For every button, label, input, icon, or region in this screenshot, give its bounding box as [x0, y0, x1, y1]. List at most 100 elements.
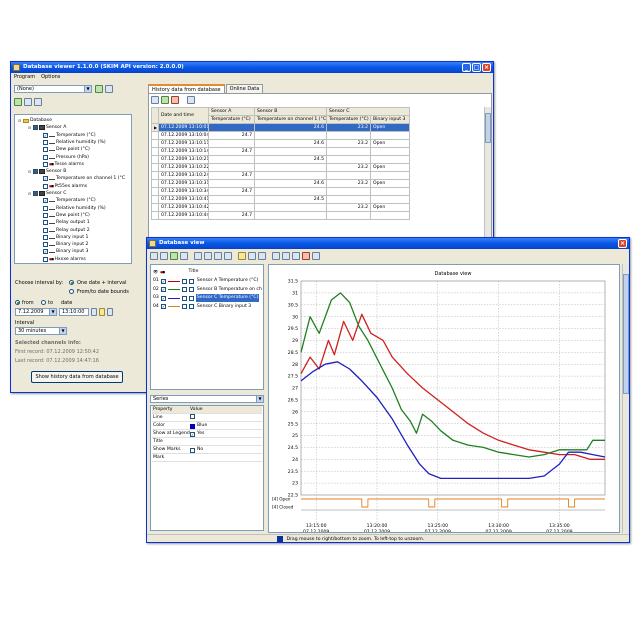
table-cell[interactable]	[326, 187, 371, 196]
table-cell[interactable]: 07.12.2009 13:10:44	[158, 211, 209, 220]
chart-scroll-thumb[interactable]	[623, 274, 629, 394]
table-cell[interactable]: 07.12.2009 13:10:24	[158, 171, 209, 180]
tree-item[interactable]: Binary input 1	[37, 234, 88, 241]
tree-item[interactable]: Dew point (°C)	[37, 146, 90, 153]
table-cell[interactable]: 07.12.2009 13:10:01	[158, 123, 209, 132]
tree-item[interactable]: ●■ Hxxxe alarms	[37, 256, 86, 263]
tab-history[interactable]: History data from database	[148, 84, 225, 93]
row-pointer-cell[interactable]	[151, 179, 159, 188]
series-row[interactable]: 03 ✓ Sensor C Temperature (°C)	[153, 294, 260, 302]
table-cell[interactable]: 24.7	[208, 187, 255, 196]
table-cell[interactable]: 07.12.2009 13:10:34	[158, 187, 209, 196]
property-value[interactable]: No	[190, 446, 203, 454]
table-cell[interactable]: 24.6	[254, 139, 327, 148]
row-pointer-cell[interactable]	[151, 203, 159, 212]
tree-item[interactable]: ✓ Temperature (°C)	[37, 197, 96, 204]
zoom-in-icon[interactable]	[282, 252, 290, 260]
table-cell[interactable]: 24.5	[254, 155, 327, 164]
table-cell[interactable]: 24.7	[208, 147, 255, 156]
table-cell[interactable]	[208, 179, 255, 188]
table-cell[interactable]	[254, 163, 327, 172]
group-sensor-c[interactable]: Sensor C	[325, 107, 411, 116]
expand-icon[interactable]	[24, 98, 32, 106]
table-cell[interactable]	[254, 131, 327, 140]
export-chart-icon[interactable]	[170, 252, 178, 260]
interval-select[interactable]: 30 minutes ▼	[15, 327, 67, 335]
series-axis-checkbox[interactable]	[188, 295, 194, 301]
tree-item[interactable]: ⊟ Sensor C	[27, 190, 66, 197]
table-cell[interactable]: 24.6	[254, 123, 327, 132]
menu-program[interactable]: Program	[14, 73, 35, 81]
collapse-icon[interactable]: ⊟	[27, 124, 32, 131]
table-cell[interactable]	[369, 147, 411, 156]
table-row[interactable]: 07.12.2009 13:10:21 24.5	[151, 155, 411, 164]
row-pointer-cell[interactable]	[151, 155, 159, 164]
download-icon[interactable]	[107, 308, 113, 316]
table-cell[interactable]: 07.12.2009 13:10:41	[158, 195, 209, 204]
settings-chart-icon[interactable]	[224, 252, 232, 260]
tree-checkbox[interactable]	[43, 256, 48, 262]
radio-one-date[interactable]	[69, 280, 74, 285]
series-visible-checkbox[interactable]: ✓	[160, 287, 166, 292]
grid-icon[interactable]	[194, 252, 202, 260]
table-cell[interactable]	[369, 155, 411, 164]
series-visible-checkbox[interactable]: ✓	[160, 295, 166, 301]
group-sensor-a[interactable]: Sensor A	[208, 107, 255, 116]
chart-area[interactable]: Database view 31.5 31 30.5 30 29.5 29 28.5 28 27.…	[268, 264, 620, 533]
source-select[interactable]: (None) ▼	[14, 85, 92, 93]
table-cell[interactable]	[326, 147, 371, 156]
collapse-icon[interactable]: ⊟	[27, 190, 32, 197]
show-history-button[interactable]: Show history data from database	[31, 371, 123, 383]
table-row[interactable]: ▶ 07.12.2009 13:10:01 24.6 23.2 Open	[151, 123, 411, 132]
table-cell[interactable]: 23.2	[326, 203, 371, 212]
tree-checkbox[interactable]	[43, 161, 48, 167]
marks-icon[interactable]	[258, 252, 266, 260]
table-cell[interactable]: 23.2	[326, 123, 371, 132]
table-cell[interactable]: 23.2	[326, 139, 371, 148]
table-cell[interactable]	[326, 171, 371, 180]
property-checkbox[interactable]	[190, 414, 195, 419]
edit-icon[interactable]	[238, 252, 246, 260]
table-cell[interactable]: 07.12.2009 13:10:42	[158, 203, 209, 212]
group-sensor-b[interactable]: Sensor B	[254, 107, 327, 116]
property-value[interactable]: ✓ Yes	[190, 430, 204, 438]
maximize-icon[interactable]: □	[472, 63, 481, 72]
series-row[interactable]: 01 ✓ Sensor A Temperature (°C)	[153, 277, 259, 285]
tree-item[interactable]: ⊟ Sensor B	[27, 168, 66, 175]
header-col-1[interactable]: Temperature (°C)	[208, 115, 255, 124]
table-cell[interactable]: 23.2	[326, 163, 371, 172]
table-cell[interactable]: 24.7	[208, 211, 255, 220]
property-row[interactable]: Mark	[152, 454, 262, 462]
table-row[interactable]: 07.12.2009 13:10:22 23.2 Open	[151, 163, 411, 172]
property-row[interactable]: Color Blue	[152, 422, 262, 430]
property-value[interactable]: Blue	[190, 422, 207, 430]
row-pointer-cell[interactable]	[151, 163, 159, 172]
zoom-icon[interactable]	[272, 252, 280, 260]
table-cell[interactable]	[208, 195, 255, 204]
table-cell[interactable]: 24.7	[208, 171, 255, 180]
series-row[interactable]: 04 ✓ Sensor C Binary input 3	[153, 303, 252, 311]
delete-icon[interactable]	[171, 96, 179, 104]
copy-icon[interactable]	[151, 96, 159, 104]
table-row[interactable]: 07.12.2009 13:10:14 24.7	[151, 147, 411, 156]
table-row[interactable]: 07.12.2009 13:10:11 24.6 23.2 Open	[151, 139, 411, 148]
property-value[interactable]	[190, 414, 197, 419]
row-pointer-cell[interactable]	[151, 147, 159, 156]
table-cell[interactable]	[326, 155, 371, 164]
tree-item[interactable]: Relay output 2	[37, 227, 90, 234]
table-cell[interactable]: 24.5	[254, 195, 327, 204]
table-cell[interactable]: Open	[369, 123, 411, 132]
table-cell[interactable]: 07.12.2009 13:10:11	[158, 139, 209, 148]
table-cell[interactable]	[208, 123, 255, 132]
connect-icon[interactable]	[95, 85, 103, 93]
print-icon[interactable]	[160, 252, 168, 260]
close-icon[interactable]: ×	[482, 63, 491, 72]
tree-checkbox[interactable]: ✓	[43, 198, 48, 204]
tree-checkbox[interactable]	[43, 227, 48, 233]
series-axis-checkbox[interactable]	[188, 287, 194, 292]
tree-item[interactable]: Pressure (hPa)	[37, 154, 89, 161]
table-row[interactable]: 07.12.2009 13:10:41 24.5	[151, 195, 411, 204]
table-cell[interactable]	[369, 195, 411, 204]
db-titlebar[interactable]: Database viewer 1.1.0.0 (SKIM API versio…	[11, 62, 493, 73]
table-cell[interactable]	[369, 187, 411, 196]
